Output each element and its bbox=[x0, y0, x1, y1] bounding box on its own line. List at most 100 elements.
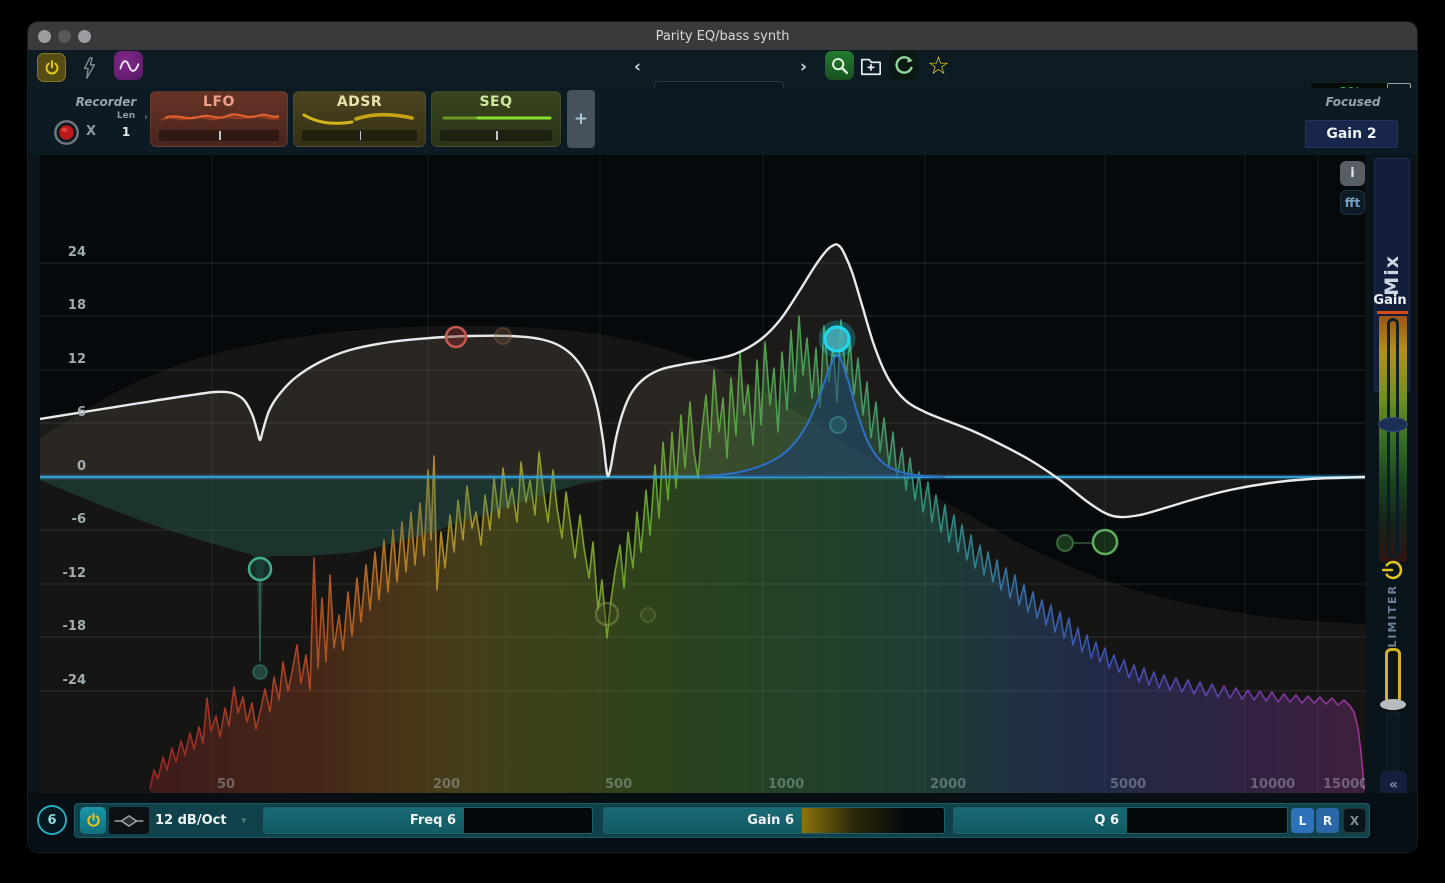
record-button[interactable] bbox=[53, 119, 80, 146]
adsr-curve-icon bbox=[300, 110, 421, 126]
eq-node[interactable] bbox=[1093, 530, 1117, 554]
zoom-window-button[interactable] bbox=[78, 30, 91, 43]
eq-node[interactable] bbox=[495, 328, 511, 344]
band-shape-icon bbox=[111, 810, 147, 832]
info-button[interactable]: i bbox=[1340, 161, 1365, 186]
eq-node[interactable] bbox=[446, 327, 466, 347]
tab-lfo[interactable]: LFO bbox=[150, 91, 288, 147]
eq-plot-svg[interactable]: 24181260-6-12-18-24502005001000200050001… bbox=[40, 155, 1365, 793]
tab-seq[interactable]: SEQ bbox=[431, 91, 561, 147]
power-icon bbox=[85, 812, 102, 829]
len-value[interactable]: 1 bbox=[112, 125, 140, 139]
limiter-power-button[interactable] bbox=[1380, 557, 1406, 583]
sine-wave-icon bbox=[117, 54, 141, 78]
preset-next-button[interactable]: › bbox=[800, 59, 807, 76]
freq-tick-label: 10000 bbox=[1250, 777, 1295, 792]
delete-band-button[interactable]: X bbox=[1343, 808, 1366, 833]
recorder-label: Recorder bbox=[58, 95, 154, 109]
freq-tick-label: 5000 bbox=[1110, 777, 1146, 792]
window-title: Parity EQ/bass synth bbox=[656, 29, 790, 44]
eq-node-dot[interactable] bbox=[253, 665, 267, 679]
chevron-down-icon: ▾ bbox=[241, 814, 247, 827]
eq-node[interactable] bbox=[596, 603, 618, 625]
power-icon bbox=[43, 59, 61, 77]
db-tick-label: -12 bbox=[63, 566, 87, 581]
gain-slider[interactable]: Gain 6 bbox=[603, 807, 945, 834]
q-slider[interactable]: Q 6 bbox=[953, 807, 1288, 834]
bypass-power-button[interactable] bbox=[37, 53, 66, 82]
len-label: Len bbox=[112, 111, 140, 121]
freq-tick-label: 1000 bbox=[768, 777, 804, 792]
save-preset-button[interactable] bbox=[858, 53, 884, 79]
freq-tick-label: 500 bbox=[605, 777, 632, 792]
fft-button[interactable]: fft bbox=[1340, 190, 1365, 215]
band-control-bar: 12 dB/Oct ▾ Freq 6 Gain 6 Q 6 L R X bbox=[74, 803, 1370, 838]
adsr-amount-slider[interactable] bbox=[302, 130, 417, 141]
adsr-tab-label: ADSR bbox=[300, 94, 419, 110]
freq-tick-label: 50 bbox=[217, 777, 235, 792]
output-gain-slider[interactable] bbox=[1387, 318, 1399, 558]
output-gain-label: Gain bbox=[1368, 293, 1412, 308]
limiter-label: LIMITER bbox=[1374, 585, 1410, 647]
eq-node[interactable] bbox=[641, 608, 655, 622]
db-tick-label: -6 bbox=[72, 512, 86, 527]
search-icon bbox=[829, 55, 851, 77]
seq-amount-slider[interactable] bbox=[440, 130, 552, 141]
preset-prev-button[interactable]: ‹ bbox=[634, 59, 641, 76]
tab-adsr[interactable]: ADSR bbox=[293, 91, 426, 147]
focused-label: Focused bbox=[1308, 95, 1398, 109]
reload-preset-button[interactable] bbox=[889, 51, 918, 80]
band-number-badge[interactable]: 6 bbox=[37, 805, 67, 835]
recorder-clear-button[interactable]: X bbox=[86, 124, 96, 139]
wave-mod-button[interactable] bbox=[114, 51, 143, 80]
channel-right-button[interactable]: R bbox=[1316, 808, 1339, 833]
star-icon: ☆ bbox=[927, 51, 949, 80]
minimize-window-button[interactable] bbox=[58, 30, 71, 43]
freq-tick-label: 15000 bbox=[1323, 777, 1365, 792]
freq-tick-label: 200 bbox=[433, 777, 460, 792]
add-modulator-button[interactable]: + bbox=[567, 90, 595, 148]
folder-plus-icon bbox=[859, 55, 883, 77]
db-tick-label: -18 bbox=[63, 619, 87, 634]
eq-node[interactable] bbox=[830, 417, 846, 433]
refresh-icon bbox=[892, 54, 916, 78]
favorite-star-button[interactable]: ☆ bbox=[925, 52, 952, 79]
eq-display[interactable]: 24181260-6-12-18-24502005001000200050001… bbox=[40, 155, 1365, 795]
gain-mod-range bbox=[802, 808, 906, 833]
seq-tab-label: SEQ bbox=[438, 94, 554, 110]
band-power-button[interactable] bbox=[80, 807, 106, 834]
plugin-window: Parity EQ/bass synth ‹ *HyperLoop* ▾ › bbox=[28, 22, 1417, 852]
eq-node[interactable] bbox=[249, 558, 271, 580]
power-icon bbox=[1380, 557, 1406, 583]
close-window-button[interactable] bbox=[38, 30, 51, 43]
lfo-amount-slider[interactable] bbox=[159, 130, 279, 141]
seq-line-icon bbox=[438, 110, 556, 126]
db-tick-label: 0 bbox=[77, 459, 86, 474]
freq-slider[interactable]: Freq 6 bbox=[263, 807, 593, 834]
limiter-threshold-slider[interactable] bbox=[1385, 648, 1401, 704]
limiter-threshold-handle[interactable] bbox=[1380, 699, 1406, 710]
preset-search-button[interactable] bbox=[825, 51, 854, 80]
db-tick-label: 18 bbox=[68, 298, 86, 313]
lfo-wave-icon bbox=[157, 110, 283, 126]
freq-slider-label: Freq 6 bbox=[264, 808, 464, 833]
db-tick-label: 6 bbox=[77, 405, 86, 420]
lightning-button[interactable] bbox=[77, 55, 101, 81]
chevron-right-icon: › bbox=[144, 112, 148, 123]
focused-param-button[interactable]: Gain 2 bbox=[1305, 120, 1398, 148]
lightning-icon bbox=[80, 56, 98, 80]
slope-value[interactable]: 12 dB/Oct bbox=[155, 804, 227, 837]
clip-indicator[interactable] bbox=[1377, 311, 1408, 314]
db-tick-label: 24 bbox=[68, 245, 86, 260]
filter-shape-selector[interactable] bbox=[109, 807, 149, 834]
output-gain-handle[interactable] bbox=[1378, 417, 1408, 432]
freq-tick-label: 2000 bbox=[930, 777, 966, 792]
gain-slider-label: Gain 6 bbox=[604, 808, 802, 833]
titlebar[interactable]: Parity EQ/bass synth bbox=[28, 22, 1417, 50]
mix-label: Mix bbox=[1381, 255, 1403, 296]
q-slider-label: Q 6 bbox=[954, 808, 1127, 833]
eq-node-selected[interactable] bbox=[825, 327, 849, 351]
top-toolbar: ‹ *HyperLoop* ▾ › ☆ 1% bbox=[28, 50, 1417, 88]
channel-left-button[interactable]: L bbox=[1291, 808, 1314, 833]
eq-node[interactable] bbox=[1057, 535, 1073, 551]
